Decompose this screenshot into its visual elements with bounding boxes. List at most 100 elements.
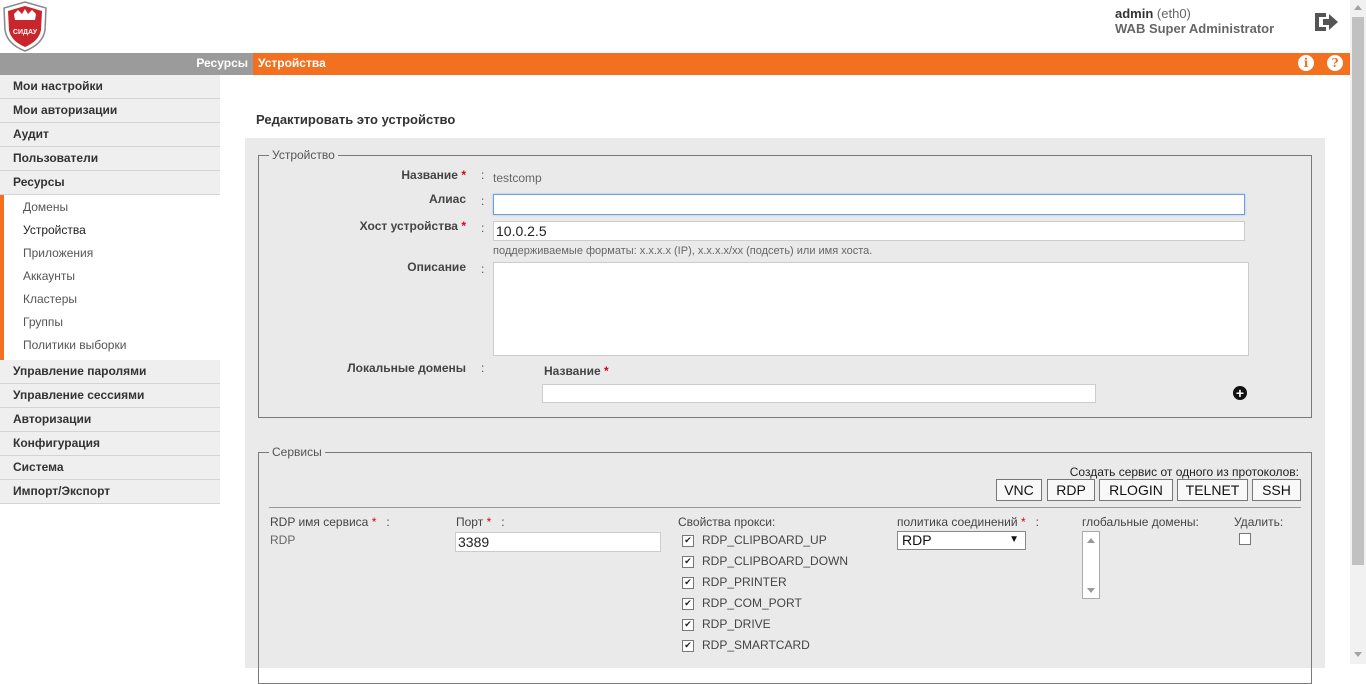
host-format-hint: поддерживаемые форматы: x.x.x.x (IP), x.… [493, 245, 873, 257]
alias-label: Алиас [428, 192, 466, 206]
triangle-down-icon: ▼ [1009, 534, 1019, 545]
host-label: Хост устройства * [359, 219, 466, 233]
sidebar-subitem-selection-policies[interactable]: Политики выборки [4, 335, 220, 358]
global-domains-listbox[interactable] [1082, 531, 1100, 599]
sidebar-item-resources[interactable]: Ресурсы [0, 171, 220, 195]
sidebar-item-password-management[interactable]: Управление паролями [0, 360, 220, 384]
proxy-option-row: ✔ RDP_COM_PORT [682, 596, 802, 617]
proxy-option-label: RDP_PRINTER [702, 575, 787, 589]
name-value: testcomp [493, 171, 542, 185]
sidebar-item-audit[interactable]: Аудит [0, 123, 220, 147]
description-label: Описание [407, 260, 466, 274]
user-role: WAB Super Administrator [1115, 21, 1275, 36]
alias-input[interactable] [493, 194, 1245, 215]
checkbox-clipboard-down[interactable]: ✔ [682, 555, 694, 568]
name-colon: : [481, 168, 485, 182]
name-label: Название * [401, 168, 466, 182]
local-domain-name-label: Название * [544, 364, 609, 378]
checkbox-drive[interactable]: ✔ [682, 618, 694, 631]
checkbox-com-port[interactable]: ✔ [682, 597, 694, 610]
scroll-down-arrow-icon[interactable] [1354, 652, 1362, 657]
delete-checkbox[interactable] [1239, 533, 1251, 545]
connection-policy-select[interactable]: RDP ▼ [897, 531, 1026, 550]
port-input[interactable]: 3389 [455, 532, 661, 552]
proxy-option-label: RDP_COM_PORT [702, 596, 802, 610]
proxy-option-row: ✔ RDP_CLIPBOARD_UP [682, 533, 827, 554]
protocol-button-rlogin[interactable]: RLOGIN [1099, 479, 1173, 501]
sidebar-subitem-applications[interactable]: Приложения [4, 243, 220, 266]
sidebar-item-configuration[interactable]: Конфигурация [0, 432, 220, 456]
proxy-option-label: RDP_CLIPBOARD_UP [702, 533, 827, 547]
proxy-option-row: ✔ RDP_SMARTCARD [682, 638, 810, 659]
scrollbar-thumb[interactable] [1352, 17, 1364, 565]
user-info: admin (eth0) WAB Super Administrator [1115, 6, 1274, 36]
scroll-up-arrow-icon[interactable] [1354, 5, 1362, 10]
host-input[interactable]: 10.0.2.5 [493, 221, 1245, 241]
top-bar: СИДАУ admin (eth0) WAB Super Administrat… [0, 0, 1350, 53]
add-local-domain-plus-icon[interactable]: + [1233, 386, 1247, 400]
services-divider [269, 507, 1301, 508]
service-name-value: RDP [270, 533, 296, 547]
sidebar-subitem-domains[interactable]: Домены [4, 197, 220, 220]
protocol-button-telnet[interactable]: TELNET [1177, 479, 1248, 501]
sidebar-item-users[interactable]: Пользователи [0, 147, 220, 171]
breadcrumb: Ресурсы Устройства i ? [0, 53, 1350, 75]
create-service-label: Создать сервис от одного из протоколов: [1069, 465, 1299, 479]
local-domains-colon: : [481, 361, 485, 375]
sidebar-item-my-authorizations[interactable]: Мои авторизации [0, 99, 220, 123]
sidebar-item-import-export[interactable]: Импорт/Экспорт [0, 480, 220, 504]
host-colon: : [481, 221, 485, 235]
port-label: Порт * : [456, 515, 505, 529]
edit-panel: Устройство Название * : testcomp Алиас :… [245, 138, 1325, 684]
page-scrollbar[interactable] [1350, 0, 1366, 664]
checkbox-printer[interactable]: ✔ [682, 576, 694, 589]
sidebar-item-system[interactable]: Система [0, 456, 220, 480]
local-domain-name-input[interactable] [542, 384, 1096, 403]
logo-shield-icon[interactable]: СИДАУ [0, 0, 50, 53]
services-legend: Сервисы [269, 445, 325, 459]
info-icon[interactable]: i [1298, 55, 1314, 71]
proxy-option-label: RDP_CLIPBOARD_DOWN [702, 554, 849, 568]
local-domains-label: Локальные домены [347, 361, 466, 375]
listbox-up-arrow-icon[interactable] [1087, 538, 1095, 543]
proxy-option-label: RDP_SMARTCARD [702, 638, 810, 652]
page-title: Редактировать это устройство [256, 112, 456, 127]
device-legend: Устройство [269, 148, 338, 162]
service-name-label: RDP имя сервиса * : [270, 515, 390, 529]
user-interface: (eth0) [1156, 6, 1191, 21]
breadcrumb-parent[interactable]: Ресурсы [0, 53, 253, 75]
proxy-option-row: ✔ RDP_CLIPBOARD_DOWN [682, 554, 848, 575]
sidebar-subitem-devices[interactable]: Устройства [4, 220, 220, 243]
sidebar-subgroup-resources: Домены Устройства Приложения Аккаунты Кл… [0, 195, 220, 360]
sidebar-subitem-accounts[interactable]: Аккаунты [4, 266, 220, 289]
sidebar-item-session-management[interactable]: Управление сессиями [0, 384, 220, 408]
protocol-button-ssh[interactable]: SSH [1252, 479, 1301, 501]
delete-label: Удалить: [1234, 515, 1284, 529]
logout-icon[interactable] [1313, 10, 1339, 34]
logo-text: СИДАУ [13, 29, 38, 36]
sidebar-item-my-settings[interactable]: Мои настройки [0, 75, 220, 99]
connection-policy-label: политика соединений * : [897, 515, 1039, 529]
connection-policy-value: RDP [902, 532, 932, 548]
listbox-down-arrow-icon[interactable] [1087, 588, 1095, 593]
alias-colon: : [481, 194, 485, 208]
services-fieldset: Сервисы Создать сервис от одного из прот… [258, 445, 1312, 684]
proxy-properties-label: Свойства прокси: [678, 515, 776, 529]
sidebar-item-authorizations[interactable]: Авторизации [0, 408, 220, 432]
protocol-button-vnc[interactable]: VNC [996, 479, 1042, 501]
proxy-option-label: RDP_DRIVE [702, 617, 771, 631]
proxy-option-row: ✔ RDP_PRINTER [682, 575, 787, 596]
sidebar: Мои настройки Мои авторизации Аудит Поль… [0, 75, 220, 504]
proxy-option-row: ✔ RDP_DRIVE [682, 617, 771, 638]
checkbox-smartcard[interactable]: ✔ [682, 639, 694, 652]
help-icon[interactable]: ? [1327, 55, 1343, 71]
user-name: admin [1115, 6, 1154, 21]
sidebar-subitem-clusters[interactable]: Кластеры [4, 289, 220, 312]
description-textarea[interactable] [493, 262, 1249, 356]
protocol-button-rdp[interactable]: RDP [1047, 479, 1095, 501]
global-domains-label: глобальные домены: [1082, 515, 1199, 529]
sidebar-subitem-groups[interactable]: Группы [4, 312, 220, 335]
device-fieldset: Устройство Название * : testcomp Алиас :… [258, 148, 1312, 418]
checkbox-clipboard-up[interactable]: ✔ [682, 534, 694, 547]
description-colon: : [481, 262, 485, 276]
